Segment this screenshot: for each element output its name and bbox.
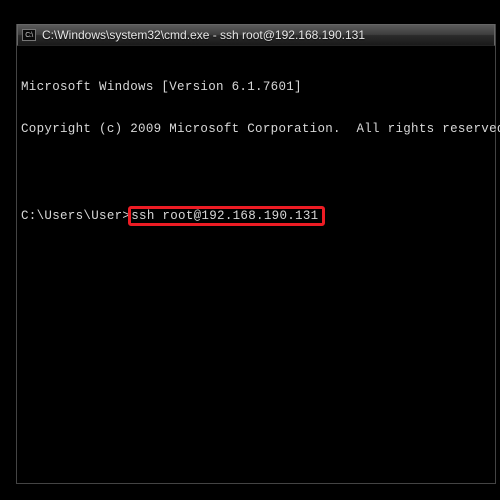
blank-line <box>21 164 491 178</box>
copyright-line: Copyright (c) 2009 Microsoft Corporation… <box>21 122 491 136</box>
prompt-text: C:\Users\User> <box>21 209 130 223</box>
command-text: ssh root@192.168.190.131 <box>131 209 318 223</box>
version-line: Microsoft Windows [Version 6.1.7601] <box>21 80 491 94</box>
terminal-area[interactable]: Microsoft Windows [Version 6.1.7601] Cop… <box>17 46 495 258</box>
command-prompt-window: C:\ C:\Windows\system32\cmd.exe - ssh ro… <box>16 24 496 484</box>
cmd-icon: C:\ <box>22 29 36 41</box>
command-highlight: ssh root@192.168.190.131 <box>128 206 325 226</box>
window-title: C:\Windows\system32\cmd.exe - ssh root@1… <box>42 28 365 42</box>
prompt-line: C:\Users\User>ssh root@192.168.190.131 <box>21 206 491 226</box>
window-titlebar[interactable]: C:\ C:\Windows\system32\cmd.exe - ssh ro… <box>17 24 495 46</box>
cmd-icon-text: C:\ <box>25 32 32 39</box>
